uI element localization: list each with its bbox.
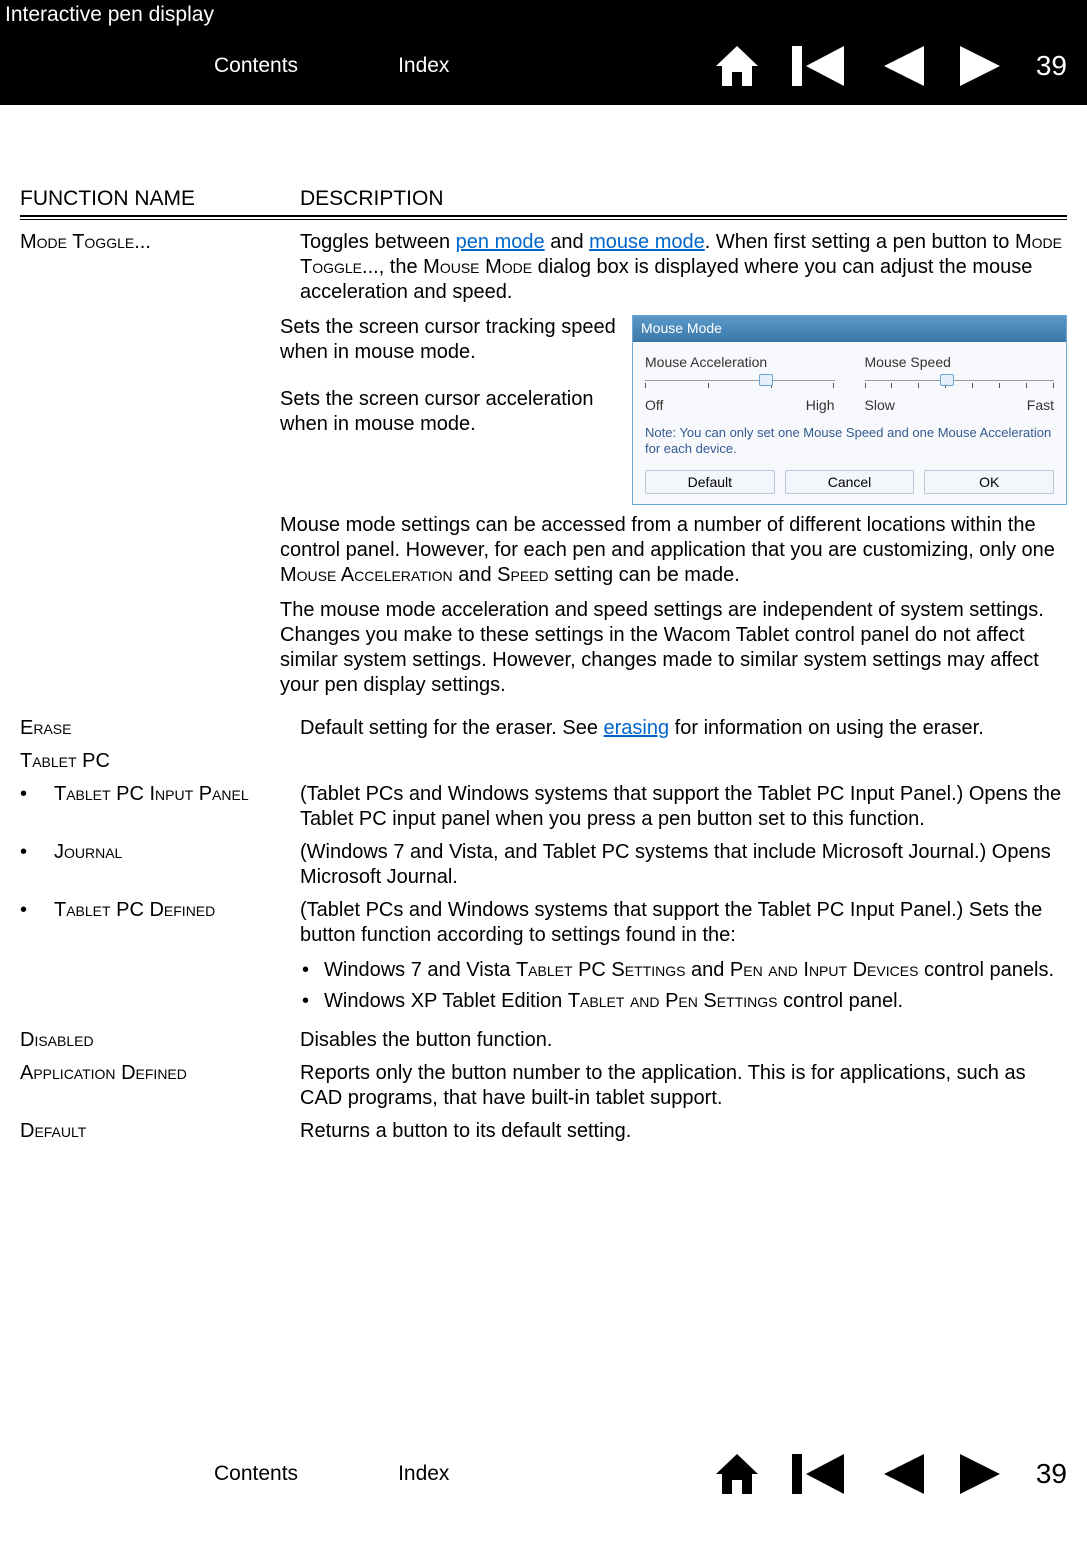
text-sc: Mouse Acceleration: [280, 564, 453, 586]
row-erase: Erase Default setting for the eraser. Se…: [20, 716, 1067, 741]
text: and: [685, 959, 729, 981]
prev-page-icon[interactable]: [880, 44, 926, 88]
fn-default: Default: [20, 1120, 86, 1142]
speed-slider-block: Mouse Speed Slow Fast: [865, 354, 1055, 415]
desc-default: Returns a button to its default setting.: [300, 1119, 1067, 1144]
row-tpc-input: • Tablet PC Input Panel (Tablet PCs and …: [20, 782, 1067, 832]
first-page-icon[interactable]: [792, 44, 848, 88]
text: control panel.: [777, 990, 903, 1012]
page-number-bottom: 39: [1036, 1458, 1067, 1490]
callout-tracking-speed: Sets the screen cursor tracking speed wh…: [280, 315, 622, 365]
text: and: [453, 564, 497, 586]
speed-slider[interactable]: [865, 377, 1055, 395]
text: , the: [379, 256, 423, 278]
speed-left: Slow: [865, 397, 895, 415]
divider-thin: [20, 219, 1067, 220]
row-journal: • Journal (Windows 7 and Vista, and Tabl…: [20, 840, 1067, 890]
page-number-top: 39: [1036, 50, 1067, 82]
speed-label: Mouse Speed: [865, 354, 1055, 372]
text: setting can be made.: [549, 564, 740, 586]
desc-journal: (Windows 7 and Vista, and Tablet PC syst…: [300, 840, 1067, 890]
link-pen-mode[interactable]: pen mode: [456, 231, 545, 253]
divider-thick: [20, 215, 1067, 217]
text: Windows XP Tablet Edition: [324, 990, 568, 1012]
first-page-icon[interactable]: [792, 1452, 848, 1496]
desc-tpc-defined: (Tablet PCs and Windows systems that sup…: [300, 898, 1067, 948]
bullet-dot: •: [300, 989, 324, 1014]
bullet-dot: •: [20, 782, 54, 832]
doc-title: Interactive pen display: [5, 3, 214, 27]
row-disabled: Disabled Disables the button function.: [20, 1028, 1067, 1053]
accel-slider-block: Mouse Acceleration Off High: [645, 354, 835, 415]
next-page-icon[interactable]: [958, 44, 1004, 88]
contents-link[interactable]: Contents: [214, 54, 298, 78]
text: for information on using the eraser.: [669, 717, 984, 739]
desc-tpc-input: (Tablet PCs and Windows systems that sup…: [300, 782, 1067, 832]
text: and: [545, 231, 589, 253]
text: Mouse mode settings can be accessed from…: [280, 514, 1055, 561]
table-header-row: FUNCTION NAME DESCRIPTION: [20, 187, 1067, 215]
mouse-mode-dialog: Mouse Mode Mouse Acceleration: [632, 315, 1067, 505]
row-mode-toggle: Mode Toggle... Toggles between pen mode …: [20, 230, 1067, 708]
speed-right: Fast: [1027, 397, 1054, 415]
text-sc: Mouse Mode: [423, 256, 532, 278]
accel-left: Off: [645, 397, 663, 415]
row-tablet-pc: Tablet PC: [20, 749, 1067, 774]
dialog-note: Note: You can only set one Mouse Speed a…: [645, 425, 1054, 459]
dialog-ok-button[interactable]: OK: [924, 470, 1054, 494]
home-icon[interactable]: [714, 44, 760, 88]
fn-app-defined: Application Defined: [20, 1062, 187, 1084]
text-sc: Pen and Input Devices: [730, 959, 918, 981]
header-bar: Interactive pen display Contents Index 3…: [0, 0, 1087, 105]
col-header-description: DESCRIPTION: [300, 187, 1067, 211]
link-mouse-mode[interactable]: mouse mode: [589, 231, 705, 253]
text: Default setting for the eraser. See: [300, 717, 604, 739]
fn-mode-toggle: Mode Toggle...: [20, 231, 151, 253]
text: . When first setting a pen button to: [705, 231, 1015, 253]
index-link[interactable]: Index: [398, 54, 449, 78]
row-default: Default Returns a button to its default …: [20, 1119, 1067, 1144]
next-page-icon[interactable]: [958, 1452, 1004, 1496]
text: Toggles between: [300, 231, 456, 253]
fn-tpc-defined: Tablet PC Defined: [54, 898, 215, 1020]
desc-mode-toggle: Toggles between pen mode and mouse mode.…: [300, 230, 1067, 708]
footer-index-link[interactable]: Index: [398, 1462, 449, 1486]
accel-right: High: [806, 397, 835, 415]
prev-page-icon[interactable]: [880, 1452, 926, 1496]
para-mode-independent: The mouse mode acceleration and speed se…: [280, 598, 1067, 698]
dialog-cancel-button[interactable]: Cancel: [785, 470, 915, 494]
fn-erase: Erase: [20, 717, 71, 739]
accel-label: Mouse Acceleration: [645, 354, 835, 372]
text-sc: Tablet and Pen Settings: [568, 990, 778, 1012]
nav-row: Contents Index 39: [0, 44, 1087, 88]
col-header-function: FUNCTION NAME: [20, 187, 300, 211]
text-sc: Speed: [497, 564, 548, 586]
main-content: FUNCTION NAME DESCRIPTION Mode Toggle...…: [0, 105, 1087, 1162]
footer-bar: Contents Index 39: [0, 1442, 1087, 1506]
fn-tablet-pc: Tablet PC: [20, 750, 110, 772]
row-tpc-defined: • Tablet PC Defined (Tablet PCs and Wind…: [20, 898, 1067, 1020]
text-sc: Tablet PC Settings: [516, 959, 685, 981]
bullet-dot: •: [20, 840, 54, 890]
bullet-dot: •: [300, 958, 324, 983]
accel-slider[interactable]: [645, 377, 835, 395]
text: Windows 7 and Vista: [324, 959, 516, 981]
desc-disabled: Disables the button function.: [300, 1028, 1067, 1053]
dialog-default-button[interactable]: Default: [645, 470, 775, 494]
callout-acceleration: Sets the screen cursor acceleration when…: [280, 387, 622, 437]
text: control panels.: [918, 959, 1054, 981]
fn-disabled: Disabled: [20, 1029, 94, 1051]
home-icon[interactable]: [714, 1452, 760, 1496]
dialog-title: Mouse Mode: [633, 316, 1066, 342]
footer-contents-link[interactable]: Contents: [214, 1462, 298, 1486]
fn-tpc-input: Tablet PC Input Panel: [54, 782, 249, 832]
link-erasing[interactable]: erasing: [604, 717, 670, 739]
fn-journal: Journal: [54, 840, 122, 890]
desc-app-defined: Reports only the button number to the ap…: [300, 1061, 1067, 1111]
bullet-dot: •: [20, 898, 54, 1020]
row-app-defined: Application Defined Reports only the but…: [20, 1061, 1067, 1111]
